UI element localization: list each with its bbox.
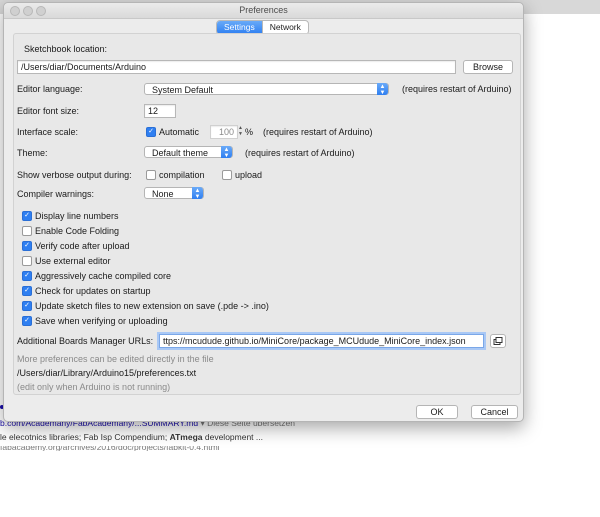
option-label: Update sketch files to new extension on …: [35, 301, 269, 311]
theme-note: (requires restart of Arduino): [245, 148, 355, 158]
compilation-label: compilation: [159, 170, 205, 180]
compilation-checkbox[interactable]: [146, 170, 156, 180]
option-label: Enable Code Folding: [35, 226, 120, 236]
verbose-output-label: Show verbose output during:: [17, 170, 132, 180]
chevron-updown-icon: ▲ ▼: [192, 187, 203, 200]
automatic-label: Automatic: [159, 127, 200, 137]
boards-manager-urls-input[interactable]: ttps://mcudude.github.io/MiniCore/packag…: [159, 334, 484, 348]
option-label: Verify code after upload: [35, 241, 130, 251]
cache-compiled-core-checkbox[interactable]: ✓: [22, 271, 32, 281]
use-external-editor-checkbox[interactable]: [22, 256, 32, 266]
preferences-file-path: /Users/diar/Library/Arduino15/preference…: [17, 368, 197, 378]
scale-stepper-icon[interactable]: ▲ ▼: [237, 125, 244, 137]
edit-only-note: (edit only when Arduino is not running): [17, 382, 171, 392]
background-result-url: fabacademy.org/archives/2016/doc/project…: [0, 446, 220, 451]
title-bar: Preferences: [4, 3, 523, 19]
save-when-verifying-checkbox[interactable]: ✓: [22, 316, 32, 326]
cancel-button[interactable]: Cancel: [471, 405, 518, 419]
automatic-checkbox[interactable]: ✓: [146, 127, 156, 137]
edit-urls-icon[interactable]: [490, 334, 506, 348]
preferences-window: Preferences Settings Network Sketchbook …: [3, 2, 524, 422]
scale-percent-input[interactable]: 100: [210, 125, 238, 139]
scale-note: (requires restart of Arduino): [263, 127, 373, 137]
interface-scale-label: Interface scale:: [17, 127, 79, 137]
font-size-input[interactable]: 12: [144, 104, 176, 118]
background-result-snippet: le elecotnics libraries; Fab Isp Compend…: [0, 432, 263, 442]
boards-manager-label: Additional Boards Manager URLs:: [17, 336, 154, 346]
browse-button[interactable]: Browse: [463, 60, 513, 74]
option-label: Check for updates on startup: [35, 286, 151, 296]
sketchbook-location-label: Sketchbook location:: [24, 44, 108, 54]
option-label: Use external editor: [35, 256, 111, 266]
option-label: Display line numbers: [35, 211, 119, 221]
editor-language-label: Editor language:: [17, 84, 83, 94]
check-updates-checkbox[interactable]: ✓: [22, 286, 32, 296]
chevron-updown-icon: ▲ ▼: [221, 146, 232, 159]
display-line-numbers-checkbox[interactable]: ✓: [22, 211, 32, 221]
editor-language-select[interactable]: System Default ▲ ▼: [144, 83, 389, 96]
scale-unit: %: [245, 127, 254, 137]
upload-checkbox[interactable]: [222, 170, 232, 180]
enable-code-folding-checkbox[interactable]: [22, 226, 32, 236]
verify-after-upload-checkbox[interactable]: ✓: [22, 241, 32, 251]
editor-language-note: (requires restart of Arduino): [402, 84, 512, 94]
sketchbook-path-input[interactable]: /Users/diar/Documents/Arduino: [17, 60, 456, 74]
font-size-label: Editor font size:: [17, 106, 80, 116]
ok-button[interactable]: OK: [416, 405, 458, 419]
option-label: Save when verifying or uploading: [35, 316, 168, 326]
settings-panel: Sketchbook location: /Users/diar/Documen…: [13, 33, 521, 395]
update-sketch-extension-checkbox[interactable]: ✓: [22, 301, 32, 311]
more-preferences-note: More preferences can be edited directly …: [17, 354, 214, 364]
chevron-updown-icon: ▲ ▼: [377, 83, 388, 96]
window-title: Preferences: [239, 5, 288, 15]
compiler-warnings-select[interactable]: None ▲ ▼: [144, 187, 204, 200]
compiler-warnings-label: Compiler warnings:: [17, 189, 95, 199]
option-label: Aggressively cache compiled core: [35, 271, 172, 281]
theme-label: Theme:: [17, 148, 48, 158]
theme-select[interactable]: Default theme ▲ ▼: [144, 146, 233, 159]
upload-label: upload: [235, 170, 263, 180]
